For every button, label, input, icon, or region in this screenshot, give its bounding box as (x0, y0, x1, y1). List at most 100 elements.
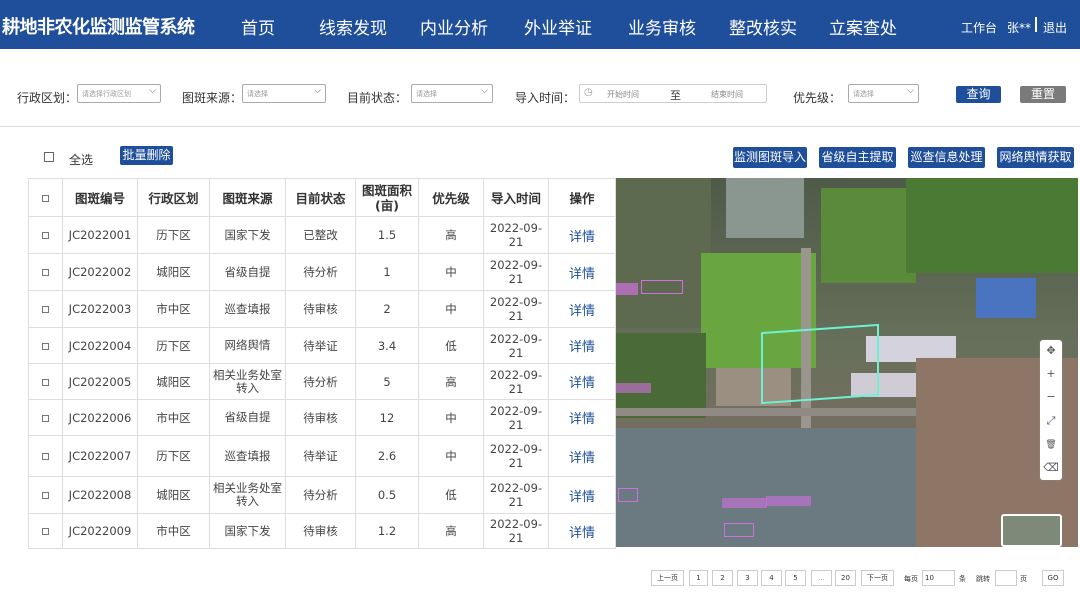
page-button-1[interactable]: 1 (689, 570, 708, 586)
end-time-field[interactable]: 结束时间 (711, 89, 743, 100)
table-row: JC2022004 历下区 网络舆情 待举证 3.4 低 2022-09-21 详情 (28, 327, 616, 364)
page-button-5[interactable]: 5 (785, 570, 806, 586)
row-checkbox[interactable] (42, 306, 49, 313)
next-page-button[interactable]: 下一页 (861, 570, 894, 586)
cell-area: 12 (355, 399, 419, 436)
row-checkbox[interactable] (42, 492, 49, 499)
start-time-field[interactable]: 开始时间 (607, 89, 639, 100)
cell-id: JC2022007 (62, 435, 138, 477)
cell-status: 待举证 (285, 327, 356, 364)
row-checkbox[interactable] (42, 528, 49, 535)
page-button-20[interactable]: 20 (835, 570, 856, 586)
row-checkbox-cell (28, 253, 63, 291)
top-header: 耕地非农化监测监管系统 首页 线索发现 内业分析 外业举证 业务审核 整改核实 … (0, 0, 1080, 49)
cell-priority: 低 (418, 476, 484, 514)
provincial-extract-button[interactable]: 省级自主提取 (819, 147, 896, 168)
row-checkbox-cell (28, 513, 63, 549)
user-name[interactable]: 张** (1007, 19, 1031, 36)
cell-action[interactable]: 详情 (548, 513, 616, 549)
row-checkbox[interactable] (42, 269, 49, 276)
row-checkbox[interactable] (42, 453, 49, 460)
col-header-action: 操作 (548, 178, 616, 217)
blue-roof-building (976, 278, 1036, 318)
source-select[interactable]: 请选择 ⌵ (242, 84, 326, 103)
source-placeholder: 请选择 (247, 90, 268, 98)
region-select[interactable]: 请选择行政区划 ⌵ (77, 84, 161, 103)
cell-action[interactable]: 详情 (548, 476, 616, 514)
page-button-4[interactable]: 4 (761, 570, 782, 586)
cell-id: JC2022008 (62, 476, 138, 514)
cell-priority: 高 (418, 363, 484, 400)
chevron-down-icon: ⌵ (481, 86, 488, 96)
eraser-icon[interactable]: ⌫ (1042, 459, 1060, 477)
row-checkbox[interactable] (42, 378, 49, 386)
delete-icon[interactable]: 🗑 (1042, 436, 1060, 454)
table-row: JC2022007 历下区 巡查填报 待举证 2.6 中 2022-09-21 详情 (28, 435, 616, 477)
move-icon[interactable]: ✥ (1042, 342, 1060, 360)
table-row: JC2022001 历下区 国家下发 已整改 1.5 高 2022-09-21 详情 (28, 216, 616, 254)
cell-action[interactable]: 详情 (548, 363, 616, 400)
table-row: JC2022006 市中区 省级自提 待审核 12 中 2022-09-21 详情 (28, 399, 616, 436)
batch-delete-button[interactable]: 批量删除 (120, 146, 173, 165)
date-range-picker[interactable]: ◷ 开始时间 至 结束时间 (579, 84, 767, 103)
select-all-rows-checkbox[interactable] (42, 195, 49, 202)
jump-label: 跳转 (976, 575, 990, 583)
nav-clue-discovery[interactable]: 线索发现 (319, 14, 387, 39)
table-row: JC2022009 市中区 国家下发 待审核 1.2 高 2022-09-21 详情 (28, 513, 616, 549)
logout-link[interactable]: 退出 (1043, 19, 1067, 36)
priority-select[interactable]: 请选择 ⌵ (848, 84, 919, 103)
zoom-out-icon[interactable]: − (1042, 388, 1060, 406)
patrol-info-button[interactable]: 巡查信息处理 (908, 147, 985, 168)
fullscreen-icon[interactable]: ⤢ (1042, 412, 1060, 430)
parcel-table: 图斑编号 行政区划 图斑来源 目前状态 图斑面积 (亩) 优先级 导入时间 操作… (28, 178, 616, 549)
online-opinion-button[interactable]: 网络舆情获取 (997, 147, 1074, 168)
cell-import-time: 2022-09-21 (483, 363, 549, 400)
row-checkbox-cell (28, 435, 63, 477)
nav-business-review[interactable]: 业务审核 (628, 14, 696, 39)
row-checkbox[interactable] (42, 414, 49, 422)
row-checkbox-cell (28, 327, 63, 364)
page-button-3[interactable]: 3 (737, 570, 758, 586)
cell-action[interactable]: 详情 (548, 327, 616, 364)
table-row: JC2022002 城阳区 省级自提 待分析 1 中 2022-09-21 详情 (28, 253, 616, 291)
cell-region: 市中区 (137, 290, 210, 328)
jump-page-input[interactable] (995, 570, 1017, 586)
table-row: JC2022005 城阳区 相关业务处室 转入 待分析 5 高 2022-09-21 详情 (28, 363, 616, 400)
nav-home[interactable]: 首页 (241, 14, 275, 39)
nav-field-evidence[interactable]: 外业举证 (524, 14, 592, 39)
nav-office-analysis[interactable]: 内业分析 (420, 14, 488, 39)
chevron-down-icon: ⌵ (149, 86, 156, 96)
selected-parcel-outline[interactable] (761, 323, 879, 405)
header-divider (1035, 17, 1037, 32)
col-header-import-time: 导入时间 (483, 178, 549, 217)
nav-case-investigation[interactable]: 立案查处 (829, 14, 897, 39)
prev-page-button[interactable]: 上一页 (651, 570, 684, 586)
cell-id: JC2022004 (62, 327, 138, 364)
per-page-select[interactable]: 10 (922, 570, 955, 586)
row-checkbox[interactable] (42, 342, 49, 350)
go-button[interactable]: GO (1042, 570, 1064, 586)
query-button[interactable]: 查询 (956, 86, 1001, 103)
page-button-2[interactable]: 2 (712, 570, 733, 586)
select-all-checkbox[interactable] (44, 152, 54, 162)
nav-rectification-check[interactable]: 整改核实 (729, 14, 797, 39)
cell-region: 城阳区 (137, 476, 210, 514)
satellite-map[interactable] (616, 178, 1078, 547)
cell-action[interactable]: 详情 (548, 399, 616, 436)
row-checkbox[interactable] (42, 232, 49, 239)
cell-source: 巡查填报 (209, 290, 286, 328)
cell-source: 相关业务处室 转入 (209, 363, 286, 400)
import-monitoring-button[interactable]: 监测图斑导入 (733, 147, 807, 168)
status-select[interactable]: 请选择 ⌵ (411, 84, 493, 103)
reset-button[interactable]: 重置 (1020, 86, 1066, 103)
workbench-link[interactable]: 工作台 (961, 19, 997, 36)
overview-minimap[interactable] (1001, 514, 1062, 547)
cell-action[interactable]: 详情 (548, 435, 616, 477)
cell-status: 待审核 (285, 513, 356, 549)
table-row: JC2022003 市中区 巡查填报 待审核 2 中 2022-09-21 详情 (28, 290, 616, 328)
zoom-in-icon[interactable]: + (1042, 365, 1060, 383)
cell-action[interactable]: 详情 (548, 253, 616, 291)
cell-source: 省级自提 (209, 399, 286, 436)
cell-action[interactable]: 详情 (548, 290, 616, 328)
cell-action[interactable]: 详情 (548, 216, 616, 254)
